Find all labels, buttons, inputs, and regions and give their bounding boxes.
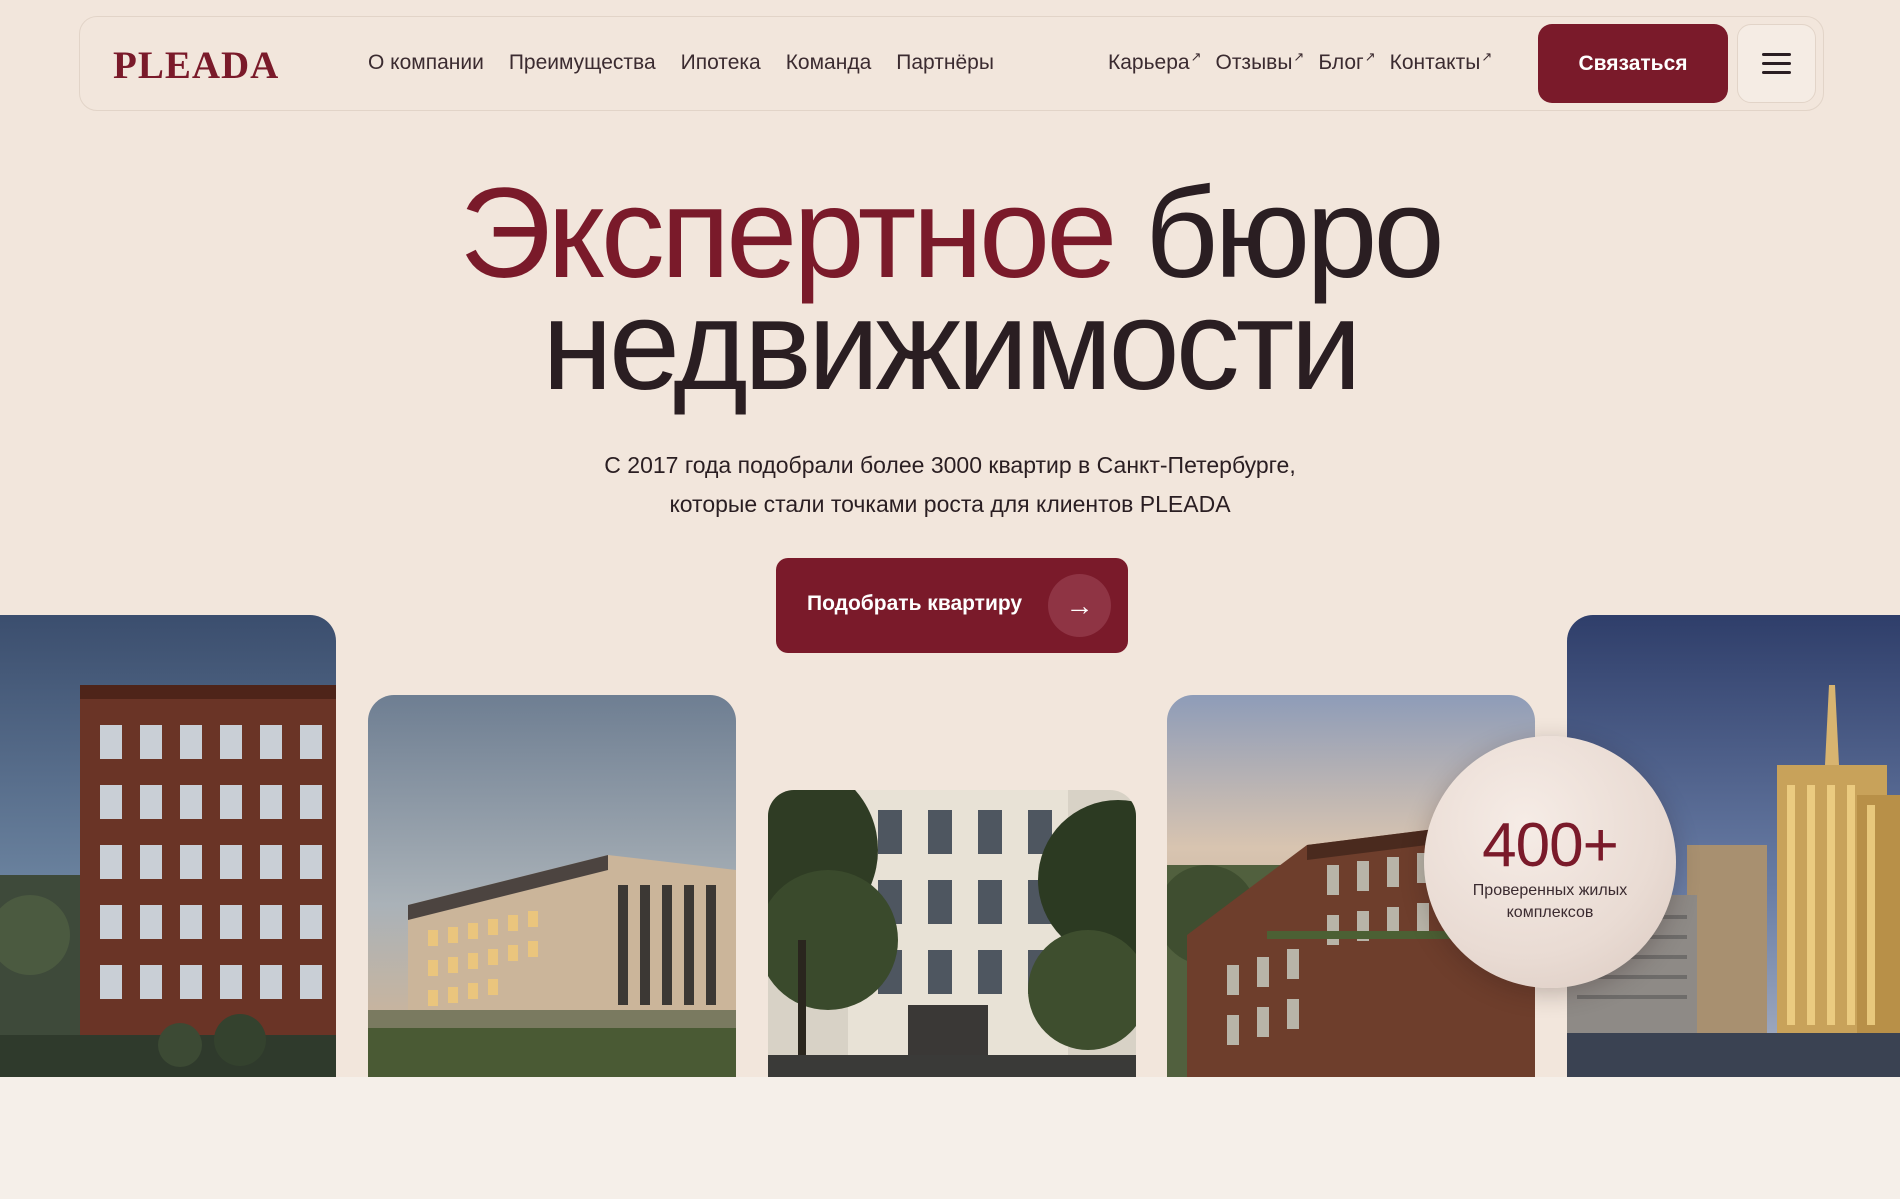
hero-title: Экспертное бюро недвижимости (0, 170, 1900, 410)
external-nav: Карьера ↗ Отзывы ↗ Блог ↗ Контакты ↗ (1108, 49, 1493, 75)
nav-link-blog[interactable]: Блог ↗ (1318, 49, 1376, 75)
main-nav: О компании Преимущества Ипотека Команда … (368, 51, 994, 75)
arrow-up-right-icon: ↗ (1481, 49, 1493, 64)
page: PLEADA О компании Преимущества Ипотека К… (0, 0, 1900, 1199)
hero-subtitle: С 2017 года подобрали более 3000 квартир… (0, 446, 1900, 524)
find-apartment-button[interactable]: Подобрать квартиру → (776, 558, 1128, 653)
arrow-up-right-icon: ↗ (1364, 49, 1376, 64)
nav-link-career[interactable]: Карьера ↗ (1108, 49, 1202, 75)
hamburger-menu-icon (1762, 71, 1791, 74)
arrow-up-right-icon: ↗ (1293, 49, 1305, 64)
stat-label: Проверенных жилых комплексов (1472, 882, 1628, 921)
building-photo-3 (768, 790, 1136, 1077)
contact-button[interactable]: Связаться (1538, 24, 1728, 103)
stat-badge: 400+ Проверенных жилых комплексов (1424, 736, 1676, 988)
nav-link-advantages[interactable]: Преимущества (509, 51, 656, 75)
bottom-band (0, 1077, 1900, 1199)
nav-link-partners[interactable]: Партнёры (896, 51, 994, 75)
hero-subtitle-line2: которые стали точками роста для клиентов… (669, 491, 1231, 517)
nav-link-team[interactable]: Команда (786, 51, 872, 75)
site-header: PLEADA О компании Преимущества Ипотека К… (79, 16, 1824, 111)
nav-link-label: Блог (1318, 51, 1364, 74)
nav-link-label: Карьера (1108, 51, 1190, 74)
nav-link-mortgage[interactable]: Ипотека (681, 51, 761, 75)
arrow-right-icon: → (1048, 574, 1111, 637)
cta-label: Подобрать квартиру (807, 592, 1023, 615)
stat-number: 400+ (1482, 811, 1619, 880)
hamburger-menu-icon (1762, 53, 1791, 56)
hamburger-menu-icon (1762, 62, 1791, 65)
building-photo-2 (368, 695, 736, 1077)
nav-link-label: Отзывы (1215, 51, 1293, 74)
hero-title-line2: недвижимости (542, 274, 1362, 417)
nav-link-label: Контакты (1389, 51, 1481, 74)
nav-link-reviews[interactable]: Отзывы ↗ (1215, 49, 1305, 75)
nav-link-contacts[interactable]: Контакты ↗ (1389, 49, 1493, 75)
nav-link-about[interactable]: О компании (368, 51, 484, 75)
building-photo-1 (0, 615, 336, 1077)
hero-subtitle-line1: С 2017 года подобрали более 3000 квартир… (604, 452, 1296, 478)
arrow-up-right-icon: ↗ (1190, 49, 1202, 64)
menu-button[interactable] (1737, 24, 1816, 103)
logo[interactable]: PLEADA (113, 43, 279, 88)
